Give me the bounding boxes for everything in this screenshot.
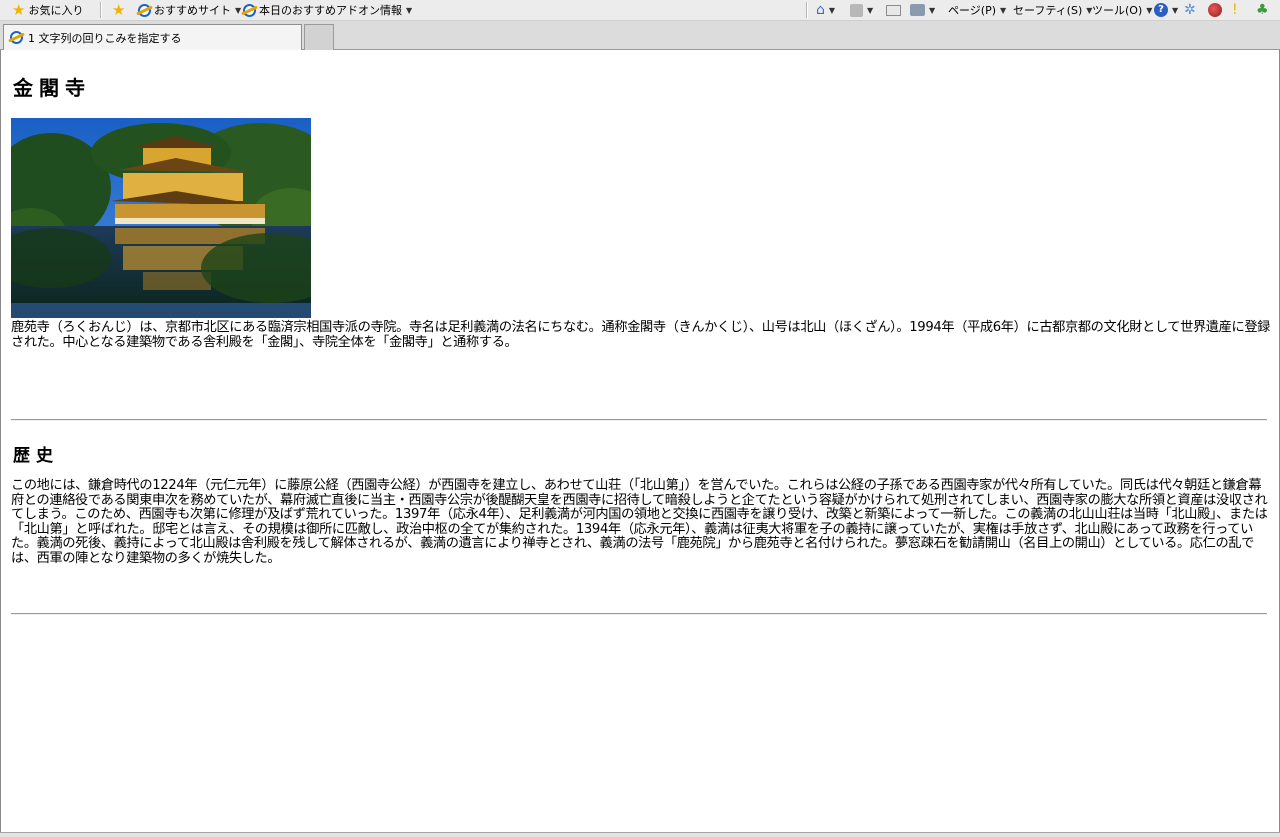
add-favorite-button[interactable]: ★	[112, 0, 125, 20]
toolbar-separator	[806, 2, 808, 18]
divider	[11, 419, 1267, 421]
safety-menu-button[interactable]: セーフティ(S) ▼	[1013, 0, 1092, 20]
page-title: 金閣寺	[13, 76, 91, 100]
ie-icon	[138, 3, 151, 17]
addon-button[interactable]	[1208, 0, 1222, 20]
home-button[interactable]: ⌂ ▼	[816, 0, 835, 20]
favorites-star-icon: ★	[12, 0, 26, 19]
chevron-down-icon: ▼	[1146, 5, 1153, 15]
history-heading: 歴史	[13, 446, 59, 466]
chevron-down-icon: ▼	[929, 5, 936, 15]
status-bar	[0, 832, 1280, 837]
lightbulb-icon: !	[1232, 2, 1238, 18]
browser-toolbar: ★ お気に入り ★ おすすめサイト ▼ 本日のおすすめアドオン情報 ▼ ⌂ ▼ …	[0, 0, 1280, 21]
kinkakuji-photo	[11, 118, 311, 318]
history-paragraph: この地には、鎌倉時代の1224年（元仁元年）に藤原公経（西園寺公経）が西園寺を建…	[11, 478, 1268, 566]
new-tab-button[interactable]	[304, 24, 334, 50]
gear-icon: ✲	[1184, 2, 1196, 18]
divider	[11, 613, 1267, 615]
mail-icon	[886, 4, 901, 16]
chevron-down-icon: ▼	[1000, 5, 1007, 15]
safety-menu-label: セーフティ(S)	[1013, 4, 1083, 17]
add-to-favorites-bar-icon: ★	[112, 0, 126, 19]
tab-bar: 1 文字列の回りこみを指定する	[0, 21, 1280, 50]
tab-title: 1 文字列の回りこみを指定する	[28, 31, 182, 45]
home-icon: ⌂	[816, 2, 825, 18]
chevron-down-icon: ▼	[235, 5, 242, 15]
recommended-sites-button[interactable]: おすすめサイト ▼	[138, 0, 241, 20]
research-button[interactable]: ✲	[1184, 0, 1196, 20]
recommended-sites-label: おすすめサイト	[154, 4, 231, 17]
feeds-button[interactable]: ▼	[850, 0, 873, 20]
help-icon: ?	[1154, 3, 1168, 17]
page-menu-label: ページ(P)	[948, 4, 996, 17]
addons-info-button[interactable]: 本日のおすすめアドオン情報 ▼	[243, 0, 412, 20]
rss-feed-icon	[850, 3, 863, 17]
page-content: 金閣寺 鹿苑寺（ろくおんじ）は、京都市北区にある臨済宗相国寺派の寺院。寺名は足利…	[0, 50, 1280, 832]
addons-label: 本日のおすすめアドオン情報	[259, 4, 402, 17]
page-menu-button[interactable]: ページ(P) ▼	[948, 0, 1006, 20]
messenger-icon: ♣	[1256, 2, 1269, 18]
intro-paragraph: 鹿苑寺（ろくおんじ）は、京都市北区にある臨済宗相国寺派の寺院。寺名は足利義満の法…	[11, 320, 1270, 350]
addon-icon	[1208, 3, 1222, 17]
read-mail-button[interactable]	[886, 0, 901, 20]
help-button[interactable]: ? ▼	[1154, 0, 1178, 20]
chevron-down-icon: ▼	[406, 5, 413, 15]
toolbar-separator	[100, 2, 102, 18]
chevron-down-icon: ▼	[1172, 5, 1179, 15]
tab-active[interactable]: 1 文字列の回りこみを指定する	[3, 24, 302, 50]
favorites-label: お気に入り	[28, 4, 84, 17]
ie-page-icon	[243, 3, 256, 17]
messenger-button[interactable]: ♣	[1256, 0, 1269, 20]
printer-icon	[910, 4, 925, 16]
tools-menu-button[interactable]: ツール(O) ▼	[1092, 0, 1152, 20]
chevron-down-icon: ▼	[867, 5, 874, 15]
print-button[interactable]: ▼	[910, 0, 935, 20]
chevron-down-icon: ▼	[828, 5, 836, 15]
page-favicon-icon	[10, 31, 23, 44]
tools-menu-label: ツール(O)	[1092, 4, 1143, 17]
favorites-button[interactable]: ★ お気に入り	[12, 0, 83, 20]
tip-button[interactable]: !	[1232, 0, 1238, 20]
